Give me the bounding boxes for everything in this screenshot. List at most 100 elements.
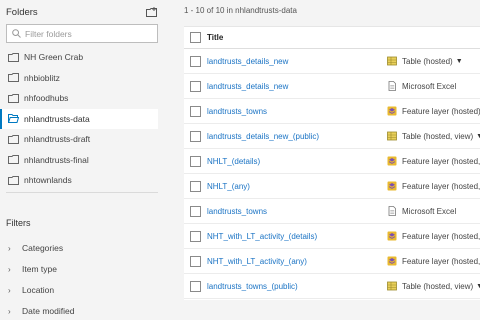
layer-icon [387, 231, 397, 241]
item-type-label: Table (hosted, view) [402, 281, 474, 291]
table-row: landtrusts_details_new Table (hosted) ▼ [184, 49, 480, 74]
title-column-header[interactable]: Title [207, 33, 223, 42]
folder-label: nhlandtrusts-draft [24, 134, 91, 145]
folder-item[interactable]: nhlandtrusts-final [0, 150, 158, 171]
item-type: Feature layer (hosted, [387, 156, 480, 166]
item-title-link[interactable]: landtrusts_details_new [207, 82, 288, 91]
row-checkbox[interactable] [190, 130, 201, 142]
folder-icon [8, 134, 20, 144]
folder-label: nhlandtrusts-data [24, 113, 90, 124]
folder-list: NH Green Crab nhbioblitz nhfoodhubs nhlandt… [0, 47, 166, 191]
folder-label: nhlandtrusts-final [24, 154, 89, 165]
folder-label: nhtownlands [24, 175, 72, 186]
filter-category-label: Date modified [22, 306, 75, 316]
row-checkbox[interactable] [190, 80, 201, 92]
item-title-link[interactable]: landtrusts_details_new [207, 57, 288, 66]
row-checkbox[interactable] [190, 105, 201, 117]
item-title-link[interactable]: NHT_with_LT_activity_(any) [207, 257, 307, 266]
row-checkbox[interactable] [190, 255, 201, 267]
item-type: Microsoft Excel [387, 81, 456, 91]
row-checkbox[interactable] [190, 55, 201, 67]
folder-item[interactable]: NH Green Crab [0, 47, 158, 68]
filter-category[interactable]: › Item type [8, 259, 57, 279]
folder-icon [8, 93, 20, 103]
chevron-right-icon: › [8, 264, 11, 274]
select-all-checkbox[interactable] [190, 32, 201, 43]
item-title-link[interactable]: NHLT_(details) [207, 157, 260, 166]
table-row: NHT_with_LT_activity_(any) Feature layer … [184, 249, 480, 274]
row-checkbox[interactable] [190, 155, 201, 167]
filter-folders-field [6, 24, 158, 43]
chevron-right-icon: › [8, 306, 11, 316]
folder-open-icon [8, 114, 20, 124]
item-type: Table (hosted, view) ▼ [387, 131, 480, 141]
table-body: landtrusts_details_new Table (hosted) ▼ lan… [184, 49, 480, 299]
folder-item[interactable]: nhlandtrusts-draft [0, 129, 158, 150]
row-checkbox[interactable] [190, 230, 201, 242]
folder-icon [8, 175, 20, 185]
item-type: Table (hosted, view) ▼ [387, 281, 480, 291]
item-title-link[interactable]: landtrusts_towns [207, 107, 267, 116]
item-type-label: Feature layer (hosted, [402, 181, 480, 191]
row-checkbox[interactable] [190, 280, 201, 292]
chevron-down-icon[interactable]: ▼ [476, 283, 480, 290]
chevron-down-icon[interactable]: ▼ [456, 58, 463, 65]
item-type-label: Microsoft Excel [402, 206, 457, 216]
filter-category-label: Categories [22, 243, 64, 253]
table-row: landtrusts_towns_(public) Table (hosted, … [184, 274, 480, 299]
item-type: Feature layer (hosted, [387, 181, 480, 191]
filter-category-label: Item type [22, 264, 57, 274]
item-type-label: Feature layer (hosted) [402, 106, 480, 116]
item-type-label: Feature layer (hosted, [402, 231, 480, 241]
folder-item[interactable]: nhfoodhubs [0, 88, 158, 109]
new-folder-icon[interactable] [144, 5, 158, 19]
folder-item[interactable]: nhbioblitz [0, 68, 158, 89]
filter-category[interactable]: › Date modified [8, 301, 74, 320]
item-type: Feature layer (hosted) [387, 106, 480, 116]
item-title-link[interactable]: landtrusts_towns [207, 207, 267, 216]
item-type: Feature layer (hosted, [387, 256, 480, 266]
filter-category[interactable]: › Categories [8, 238, 63, 258]
folders-header: Folders [0, 0, 166, 24]
table-row: landtrusts_details_new_(public) Table (ho… [184, 124, 480, 149]
layer-icon [387, 156, 397, 166]
row-checkbox[interactable] [190, 205, 201, 217]
layer-icon [387, 181, 397, 191]
item-title-link[interactable]: NHLT_(any) [207, 182, 250, 191]
item-type: Microsoft Excel [387, 206, 456, 216]
chevron-down-icon[interactable]: ▼ [476, 133, 480, 140]
folder-item[interactable]: nhtownlands [0, 170, 158, 191]
filter-category-label: Location [22, 285, 55, 295]
content-table: Title landtrusts_details_new Table (hoste… [184, 26, 480, 300]
item-type-label: Feature layer (hosted, [402, 256, 480, 266]
results-count: 1 - 10 of 10 in nhlandtrusts-data [184, 6, 297, 15]
chevron-right-icon: › [8, 285, 11, 295]
table-row: NHLT_(any) Feature layer (hosted, [184, 174, 480, 199]
row-checkbox[interactable] [190, 180, 201, 192]
table-row: landtrusts_details_new Microsoft Excel [184, 74, 480, 99]
folder-item[interactable]: nhlandtrusts-data [0, 108, 158, 129]
filter-folders-input[interactable] [25, 28, 155, 39]
table-icon [387, 131, 397, 141]
item-type-label: Table (hosted, view) [402, 131, 474, 141]
folder-icon [8, 155, 20, 165]
table-row: landtrusts_towns Microsoft Excel [184, 199, 480, 224]
folders-title: Folders [6, 6, 38, 18]
table-icon [387, 281, 397, 291]
folder-label: nhbioblitz [24, 72, 60, 83]
folder-icon [8, 52, 20, 62]
item-title-link[interactable]: landtrusts_towns_(public) [207, 282, 298, 291]
search-icon [12, 25, 21, 43]
item-title-link[interactable]: landtrusts_details_new_(public) [207, 132, 319, 141]
document-icon [387, 81, 397, 91]
item-type: Table (hosted) ▼ [387, 56, 463, 66]
chevron-right-icon: › [8, 243, 11, 253]
folder-label: NH Green Crab [24, 52, 84, 63]
item-type: Feature layer (hosted, [387, 231, 480, 241]
filters-title: Filters [6, 218, 31, 228]
sidebar-divider [6, 192, 158, 193]
table-header: Title [184, 27, 480, 49]
item-title-link[interactable]: NHT_with_LT_activity_(details) [207, 232, 317, 241]
document-icon [387, 206, 397, 216]
filter-category[interactable]: › Location [8, 280, 54, 300]
